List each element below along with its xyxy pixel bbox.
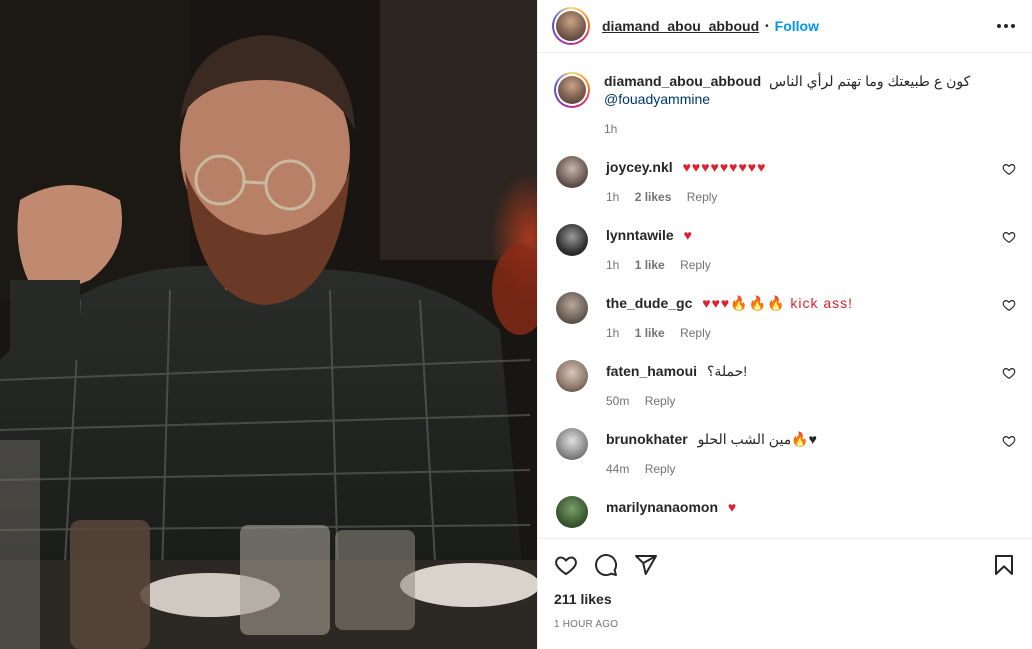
bookmark-icon[interactable] — [992, 553, 1016, 577]
comment-username[interactable]: faten_hamoui — [606, 363, 697, 379]
commenter-avatar[interactable] — [556, 428, 588, 460]
reply-button[interactable]: Reply — [680, 326, 711, 340]
comment-icon[interactable] — [594, 553, 618, 577]
reply-button[interactable]: Reply — [645, 462, 676, 476]
reply-button[interactable]: Reply — [680, 258, 711, 272]
comment-item: marilynanaomon ♥ — [554, 496, 1016, 528]
reply-button[interactable]: Reply — [645, 394, 676, 408]
comment-time: 50m — [606, 394, 630, 408]
caption-text: كون ع طبيعتك وما تهتم لرأي الناس — [769, 73, 971, 89]
comment-meta: 1h 1 like Reply — [606, 324, 853, 342]
share-icon[interactable] — [634, 553, 658, 577]
comment-username[interactable]: joycey.nkl — [606, 159, 673, 175]
comment-like-icon[interactable] — [1002, 230, 1016, 244]
comment-text: حملة؟! — [706, 363, 748, 379]
comment-likes[interactable]: 2 likes — [635, 190, 672, 204]
caption-avatar[interactable] — [554, 72, 590, 108]
caption-meta: 1h — [604, 120, 970, 138]
commenter-avatar[interactable] — [556, 496, 588, 528]
comment-item: joycey.nkl ♥♥♥♥♥♥♥♥♥ 1h 2 likes Reply — [554, 156, 1016, 206]
comment-meta: 1h 1 like Reply — [606, 256, 723, 274]
post-time: 1 HOUR AGO — [554, 619, 619, 630]
comment-meta: 1h 2 likes Reply — [606, 188, 766, 206]
comment-item: brunokhater مين الشب الحلو🔥♥ 44m Reply — [554, 428, 1016, 478]
author-avatar[interactable] — [552, 7, 590, 45]
caption-mention[interactable]: @fouadyammine — [604, 90, 970, 108]
comment-username[interactable]: marilynanaomon — [606, 499, 718, 515]
comment-meta: 44m Reply — [606, 460, 817, 478]
commenter-avatar[interactable] — [556, 156, 588, 188]
comment-username[interactable]: brunokhater — [606, 431, 688, 447]
comment-like-icon[interactable] — [1002, 434, 1016, 448]
heart-icon[interactable] — [554, 553, 578, 577]
comment-item: lynntawile ♥ 1h 1 like Reply — [554, 224, 1016, 274]
more-options-icon[interactable] — [994, 14, 1018, 38]
commenter-avatar[interactable] — [556, 292, 588, 324]
post-dialog: diamand_abou_abboud • Follow diamand_abo… — [0, 0, 1032, 649]
action-icons — [554, 539, 1016, 591]
comment-time: 1h — [606, 258, 620, 272]
separator-dot: • — [765, 20, 769, 32]
photo-illustration — [0, 0, 537, 649]
comment-username[interactable]: lynntawile — [606, 227, 674, 243]
comment-text: ♥ — [727, 499, 738, 515]
caption-time: 1h — [604, 122, 618, 136]
post-actions: 211 likes 1 HOUR AGO — [538, 538, 1032, 649]
comment-like-icon[interactable] — [1002, 298, 1016, 312]
commenter-avatar[interactable] — [556, 224, 588, 256]
side-panel: diamand_abou_abboud • Follow diamand_abo… — [537, 0, 1032, 649]
comment-username[interactable]: the_dude_gc — [606, 295, 692, 311]
comment-item: faten_hamoui حملة؟! 50m Reply — [554, 360, 1016, 410]
comment-likes[interactable]: 1 like — [635, 258, 665, 272]
comment-text: ♥ — [683, 227, 693, 243]
comments-list[interactable]: diamand_abou_abboud كون ع طبيعتك وما تهت… — [538, 54, 1032, 538]
comment-item: the_dude_gc ♥♥♥🔥🔥🔥 kick ass! 1h 1 like R… — [554, 292, 1016, 342]
comment-like-icon[interactable] — [1002, 162, 1016, 176]
caption: diamand_abou_abboud كون ع طبيعتك وما تهت… — [554, 54, 1016, 138]
author-username[interactable]: diamand_abou_abboud — [602, 18, 759, 34]
post-photo[interactable] — [0, 0, 537, 649]
comment-likes[interactable]: 1 like — [635, 326, 665, 340]
comment-meta: 50m Reply — [606, 392, 747, 410]
comment-text: ♥♥♥🔥🔥🔥 kick ass! — [702, 295, 854, 311]
comment-like-icon[interactable] — [1002, 366, 1016, 380]
likes-count[interactable]: 211 likes — [554, 591, 1016, 607]
caption-username[interactable]: diamand_abou_abboud — [604, 73, 761, 89]
follow-button[interactable]: Follow — [775, 18, 819, 34]
comment-text: مين الشب الحلو🔥♥ — [697, 431, 817, 447]
post-header: diamand_abou_abboud • Follow — [538, 0, 1032, 53]
comment-text: ♥♥♥♥♥♥♥♥♥ — [682, 159, 767, 175]
comment-time: 44m — [606, 462, 630, 476]
comment-time: 1h — [606, 326, 620, 340]
reply-button[interactable]: Reply — [687, 190, 718, 204]
comment-time: 1h — [606, 190, 620, 204]
commenter-avatar[interactable] — [556, 360, 588, 392]
